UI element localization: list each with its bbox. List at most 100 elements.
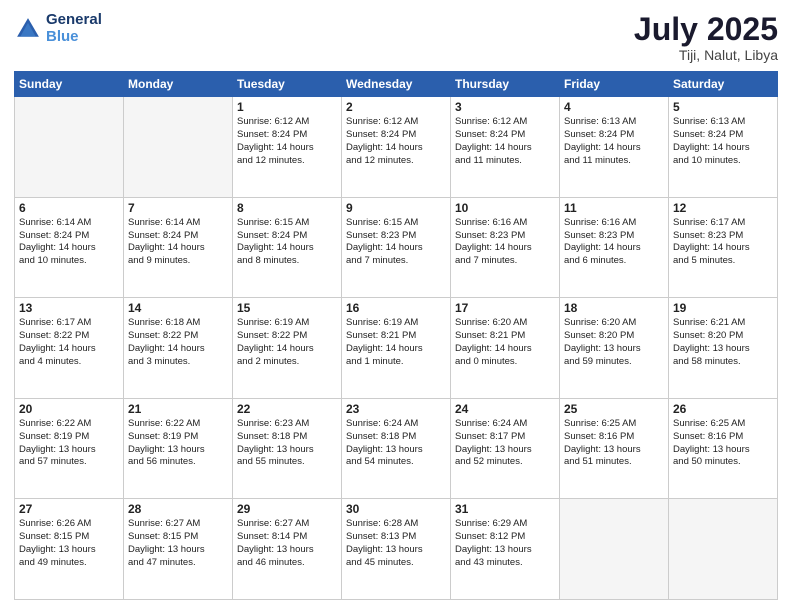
- cell-info-line: Sunset: 8:19 PM: [128, 431, 228, 444]
- cell-info-line: and 50 minutes.: [673, 456, 773, 469]
- cell-info-line: Sunset: 8:22 PM: [19, 330, 119, 343]
- calendar-cell: 13Sunrise: 6:17 AMSunset: 8:22 PMDayligh…: [15, 298, 124, 399]
- cell-info-line: Daylight: 13 hours: [564, 444, 664, 457]
- calendar: SundayMondayTuesdayWednesdayThursdayFrid…: [14, 71, 778, 600]
- calendar-cell: 24Sunrise: 6:24 AMSunset: 8:17 PMDayligh…: [451, 398, 560, 499]
- calendar-week-1: 1Sunrise: 6:12 AMSunset: 8:24 PMDaylight…: [15, 97, 778, 198]
- day-number: 30: [346, 502, 446, 516]
- cell-info-line: Daylight: 14 hours: [455, 242, 555, 255]
- day-number: 14: [128, 301, 228, 315]
- cell-info-line: and 11 minutes.: [455, 155, 555, 168]
- cell-info-line: Sunset: 8:22 PM: [237, 330, 337, 343]
- cell-info-line: Sunset: 8:16 PM: [673, 431, 773, 444]
- day-number: 11: [564, 201, 664, 215]
- day-number: 6: [19, 201, 119, 215]
- cell-info-line: and 2 minutes.: [237, 356, 337, 369]
- cell-info-line: Sunrise: 6:15 AM: [346, 217, 446, 230]
- cell-info-line: and 54 minutes.: [346, 456, 446, 469]
- calendar-week-4: 20Sunrise: 6:22 AMSunset: 8:19 PMDayligh…: [15, 398, 778, 499]
- cell-info-line: and 0 minutes.: [455, 356, 555, 369]
- calendar-week-3: 13Sunrise: 6:17 AMSunset: 8:22 PMDayligh…: [15, 298, 778, 399]
- cell-info-line: and 52 minutes.: [455, 456, 555, 469]
- cell-info-line: Sunrise: 6:17 AM: [19, 317, 119, 330]
- day-number: 20: [19, 402, 119, 416]
- cell-info-line: and 46 minutes.: [237, 557, 337, 570]
- cell-info-line: Sunrise: 6:19 AM: [237, 317, 337, 330]
- col-header-saturday: Saturday: [669, 72, 778, 97]
- cell-info-line: and 10 minutes.: [673, 155, 773, 168]
- cell-info-line: and 56 minutes.: [128, 456, 228, 469]
- cell-info-line: Sunrise: 6:26 AM: [19, 518, 119, 531]
- cell-info-line: Sunrise: 6:16 AM: [455, 217, 555, 230]
- cell-info-line: Daylight: 14 hours: [128, 242, 228, 255]
- col-header-wednesday: Wednesday: [342, 72, 451, 97]
- calendar-cell: 23Sunrise: 6:24 AMSunset: 8:18 PMDayligh…: [342, 398, 451, 499]
- cell-info-line: Sunrise: 6:14 AM: [128, 217, 228, 230]
- calendar-cell: 4Sunrise: 6:13 AMSunset: 8:24 PMDaylight…: [560, 97, 669, 198]
- day-number: 9: [346, 201, 446, 215]
- cell-info-line: Sunset: 8:24 PM: [19, 230, 119, 243]
- cell-info-line: Sunset: 8:18 PM: [237, 431, 337, 444]
- day-number: 22: [237, 402, 337, 416]
- month-title: July 2025: [634, 12, 778, 47]
- cell-info-line: Daylight: 13 hours: [673, 444, 773, 457]
- cell-info-line: Sunrise: 6:13 AM: [673, 116, 773, 129]
- day-number: 1: [237, 100, 337, 114]
- day-number: 4: [564, 100, 664, 114]
- calendar-cell: 8Sunrise: 6:15 AMSunset: 8:24 PMDaylight…: [233, 197, 342, 298]
- cell-info-line: Sunset: 8:20 PM: [673, 330, 773, 343]
- cell-info-line: Sunset: 8:24 PM: [237, 230, 337, 243]
- col-header-friday: Friday: [560, 72, 669, 97]
- calendar-cell: 31Sunrise: 6:29 AMSunset: 8:12 PMDayligh…: [451, 499, 560, 600]
- cell-info-line: Sunset: 8:24 PM: [455, 129, 555, 142]
- cell-info-line: and 7 minutes.: [455, 255, 555, 268]
- cell-info-line: and 12 minutes.: [346, 155, 446, 168]
- col-header-sunday: Sunday: [15, 72, 124, 97]
- calendar-cell: 10Sunrise: 6:16 AMSunset: 8:23 PMDayligh…: [451, 197, 560, 298]
- cell-info-line: Sunset: 8:12 PM: [455, 531, 555, 544]
- cell-info-line: and 47 minutes.: [128, 557, 228, 570]
- title-block: July 2025 Tiji, Nalut, Libya: [634, 12, 778, 63]
- calendar-cell: 5Sunrise: 6:13 AMSunset: 8:24 PMDaylight…: [669, 97, 778, 198]
- cell-info-line: Sunset: 8:15 PM: [19, 531, 119, 544]
- calendar-cell: 19Sunrise: 6:21 AMSunset: 8:20 PMDayligh…: [669, 298, 778, 399]
- calendar-cell: 11Sunrise: 6:16 AMSunset: 8:23 PMDayligh…: [560, 197, 669, 298]
- cell-info-line: Sunrise: 6:20 AM: [564, 317, 664, 330]
- cell-info-line: Sunrise: 6:24 AM: [455, 418, 555, 431]
- cell-info-line: Daylight: 13 hours: [19, 544, 119, 557]
- day-number: 2: [346, 100, 446, 114]
- cell-info-line: Daylight: 14 hours: [19, 343, 119, 356]
- calendar-week-5: 27Sunrise: 6:26 AMSunset: 8:15 PMDayligh…: [15, 499, 778, 600]
- cell-info-line: Sunrise: 6:27 AM: [128, 518, 228, 531]
- cell-info-line: and 12 minutes.: [237, 155, 337, 168]
- page: General Blue July 2025 Tiji, Nalut, Liby…: [0, 0, 792, 612]
- logo-icon: [14, 15, 42, 43]
- calendar-week-2: 6 Sunrise: 6:14 AM Sunset: 8:24 PM Daylight…: [15, 197, 778, 298]
- cell-info-line: Sunrise: 6:20 AM: [455, 317, 555, 330]
- calendar-header-row: SundayMondayTuesdayWednesdayThursdayFrid…: [15, 72, 778, 97]
- cell-info-line: Sunset: 8:17 PM: [455, 431, 555, 444]
- cell-info-line: Daylight: 14 hours: [237, 343, 337, 356]
- cell-info-line: Sunrise: 6:22 AM: [128, 418, 228, 431]
- cell-info-line: Sunset: 8:23 PM: [564, 230, 664, 243]
- col-header-monday: Monday: [124, 72, 233, 97]
- cell-info-line: Sunset: 8:19 PM: [19, 431, 119, 444]
- cell-info-line: Sunset: 8:21 PM: [455, 330, 555, 343]
- cell-info-line: Sunset: 8:24 PM: [346, 129, 446, 142]
- col-header-tuesday: Tuesday: [233, 72, 342, 97]
- calendar-cell: 2Sunrise: 6:12 AMSunset: 8:24 PMDaylight…: [342, 97, 451, 198]
- calendar-cell: 16Sunrise: 6:19 AMSunset: 8:21 PMDayligh…: [342, 298, 451, 399]
- cell-info-line: Sunrise: 6:16 AM: [564, 217, 664, 230]
- cell-info-line: Sunrise: 6:15 AM: [237, 217, 337, 230]
- cell-info-line: Sunset: 8:16 PM: [564, 431, 664, 444]
- day-number: 24: [455, 402, 555, 416]
- calendar-cell: 17Sunrise: 6:20 AMSunset: 8:21 PMDayligh…: [451, 298, 560, 399]
- day-number: 12: [673, 201, 773, 215]
- cell-info-line: Sunset: 8:18 PM: [346, 431, 446, 444]
- cell-info-line: Daylight: 14 hours: [564, 142, 664, 155]
- cell-info-line: Daylight: 14 hours: [346, 343, 446, 356]
- cell-info-line: and 59 minutes.: [564, 356, 664, 369]
- cell-info-line: Sunrise: 6:25 AM: [673, 418, 773, 431]
- cell-info-line: Daylight: 13 hours: [128, 544, 228, 557]
- calendar-cell: 22Sunrise: 6:23 AMSunset: 8:18 PMDayligh…: [233, 398, 342, 499]
